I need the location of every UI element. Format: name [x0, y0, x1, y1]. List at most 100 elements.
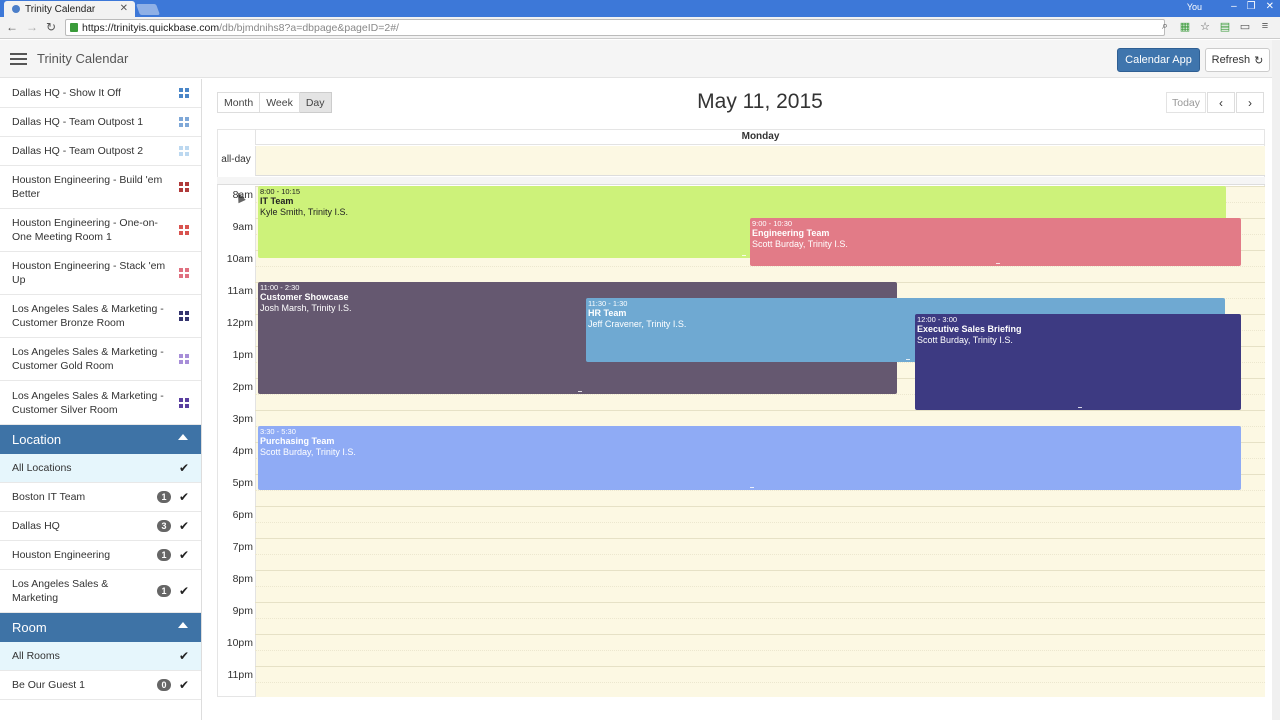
check-icon[interactable]: ✔ — [179, 490, 189, 504]
reload-icon[interactable]: ↻ — [46, 20, 56, 34]
hour-gridline — [255, 410, 1265, 411]
view-button-month[interactable]: Month — [217, 92, 261, 113]
tab-close-icon[interactable]: ✕ — [120, 3, 128, 14]
sidebar-room-item[interactable]: Dallas HQ - Show It Off — [0, 79, 201, 108]
hour-label: 4pm — [232, 445, 253, 457]
day-column[interactable]: 8:00 - 10:15 IT Team Kyle Smith, Trinity I… — [255, 186, 1265, 697]
sidebar-room-item[interactable]: Los Angeles Sales & Marketing - Customer… — [0, 338, 201, 381]
sidebar-room-item[interactable]: Houston Engineering - Build 'em Better — [0, 166, 201, 209]
resize-handle[interactable] — [995, 263, 1000, 264]
half-hour-gridline — [255, 554, 1265, 555]
view-button-week[interactable]: Week — [260, 92, 300, 113]
event-title: IT Team — [260, 196, 294, 206]
minimize-icon[interactable]: – — [1231, 1, 1237, 12]
all-day-cell[interactable] — [255, 146, 1265, 176]
address-bar[interactable]: https://trinityis.quickbase.com/db/bjmdn… — [65, 19, 1165, 36]
room-item-label: Los Angeles Sales & Marketing - Customer… — [12, 346, 164, 372]
filter-item[interactable]: Be Our Guest 1 0 ✔ — [0, 671, 201, 700]
resize-handle[interactable] — [1078, 407, 1082, 408]
tab-title: Trinity Calendar — [25, 3, 96, 15]
hour-gridline — [255, 602, 1265, 603]
check-icon[interactable]: ✔ — [179, 461, 189, 475]
profile-name[interactable]: You — [1187, 2, 1202, 12]
star-icon[interactable]: ☆ — [1198, 20, 1212, 33]
event-organizer: Kyle Smith, Trinity I.S. — [260, 207, 349, 217]
browser-toolbar-icons: ⌕ ▦ ☆ ▤ ▭ ≡ — [1158, 20, 1272, 33]
hamburger-menu-icon[interactable] — [10, 53, 27, 65]
browser-tab[interactable]: Trinity Calendar ✕ — [4, 1, 135, 17]
menu-icon[interactable]: ≡ — [1258, 20, 1272, 33]
calendar-app-button[interactable]: Calendar App — [1117, 48, 1200, 72]
sidebar-room-item[interactable]: Los Angeles Sales & Marketing - Customer… — [0, 381, 201, 425]
event-title: Executive Sales Briefing — [917, 324, 1022, 334]
filter-item-label: Dallas HQ — [12, 520, 60, 532]
location-section-header[interactable]: Location — [0, 425, 201, 454]
filter-item[interactable]: All Rooms ✔ — [0, 642, 201, 671]
resize-handle[interactable] — [905, 359, 910, 360]
calendar-event[interactable]: 9:00 - 10:30 Engineering Team Scott Burday… — [750, 218, 1241, 266]
room-color-grid-icon — [179, 397, 189, 408]
check-icon[interactable]: ✔ — [179, 519, 189, 533]
filter-item[interactable]: Los Angeles Sales & Marketing 1 ✔ — [0, 570, 201, 613]
room-item-label: Dallas HQ - Team Outpost 1 — [12, 116, 144, 128]
maximize-icon[interactable]: ❐ — [1247, 1, 1256, 12]
event-title: Purchasing Team — [260, 436, 335, 446]
sidebar-room-item[interactable]: Dallas HQ - Team Outpost 2 — [0, 137, 201, 166]
hour-gridline — [255, 506, 1265, 507]
extension-icon[interactable]: ▤ — [1218, 20, 1232, 33]
lock-icon — [70, 23, 78, 32]
room-item-label: Houston Engineering - Build 'em Better — [12, 174, 163, 200]
sidebar-room-item[interactable]: Dallas HQ - Team Outpost 1 — [0, 108, 201, 137]
sidebar-room-item[interactable]: Houston Engineering - Stack 'em Up — [0, 252, 201, 295]
resize-handle[interactable] — [749, 487, 754, 488]
cast-icon[interactable]: ▭ — [1238, 20, 1252, 33]
room-color-grid-icon — [179, 268, 189, 278]
today-button[interactable]: Today — [1166, 92, 1206, 113]
close-window-icon[interactable]: ✕ — [1266, 1, 1274, 12]
filter-item-label: All Rooms — [12, 650, 60, 662]
omnibar: ← → ↻ https://trinityis.quickbase.com/db… — [0, 17, 1280, 39]
sidebar-room-item[interactable]: Houston Engineering - One-on-One Meeting… — [0, 209, 201, 252]
calendar-event[interactable]: 12:00 - 3:00 Executive Sales Briefing Scot… — [915, 314, 1241, 410]
half-hour-gridline — [255, 490, 1265, 491]
count-badge: 1 — [157, 549, 171, 561]
check-icon[interactable]: ✔ — [179, 678, 189, 692]
resize-handle[interactable] — [577, 391, 582, 392]
next-day-button[interactable]: › — [1236, 92, 1264, 113]
forward-icon[interactable]: → — [26, 20, 38, 34]
check-icon[interactable]: ✔ — [179, 649, 189, 663]
filter-item[interactable]: Houston Engineering 1 ✔ — [0, 541, 201, 570]
event-time: 9:00 - 10:30 — [752, 219, 793, 228]
hour-label: 10pm — [226, 637, 253, 649]
search-icon[interactable]: ⌕ — [1158, 20, 1172, 33]
event-time: 3:30 - 5:30 — [260, 427, 296, 436]
count-badge: 1 — [157, 491, 171, 503]
new-tab-button[interactable] — [135, 4, 161, 15]
filter-item[interactable]: Boston IT Team 1 ✔ — [0, 483, 201, 512]
filter-item[interactable]: All Locations ✔ — [0, 454, 201, 483]
all-day-label: all-day — [221, 154, 251, 165]
room-section-header[interactable]: Room — [0, 613, 201, 642]
room-color-grid-icon — [179, 117, 189, 127]
hour-label: 12pm — [226, 317, 253, 329]
event-time: 11:00 - 2:30 — [260, 283, 300, 292]
event-organizer: Scott Burday, Trinity I.S. — [260, 447, 356, 457]
page-scrollbar[interactable] — [1272, 40, 1280, 720]
grid-icon[interactable]: ▦ — [1178, 20, 1192, 33]
room-color-grid-icon — [179, 146, 189, 156]
hour-label: 10am — [226, 253, 253, 265]
check-icon[interactable]: ✔ — [179, 548, 189, 562]
refresh-button[interactable]: Refresh ↻ — [1205, 48, 1270, 72]
filter-item[interactable]: Dallas HQ 3 ✔ — [0, 512, 201, 541]
calendar-event[interactable]: 3:30 - 5:30 Purchasing Team Scott Burday, … — [258, 426, 1241, 490]
sidebar-room-item[interactable]: Los Angeles Sales & Marketing - Customer… — [0, 295, 201, 338]
event-time: 12:00 - 3:00 — [917, 315, 958, 324]
hour-label: 7pm — [232, 541, 253, 553]
prev-day-button[interactable]: ‹ — [1207, 92, 1235, 113]
view-button-day[interactable]: Day — [299, 92, 332, 113]
back-icon[interactable]: ← — [6, 20, 18, 34]
resize-handle[interactable] — [742, 255, 746, 256]
check-icon[interactable]: ✔ — [179, 584, 189, 598]
room-item-label: Dallas HQ - Show It Off — [12, 87, 121, 99]
hour-gridline — [255, 634, 1265, 635]
